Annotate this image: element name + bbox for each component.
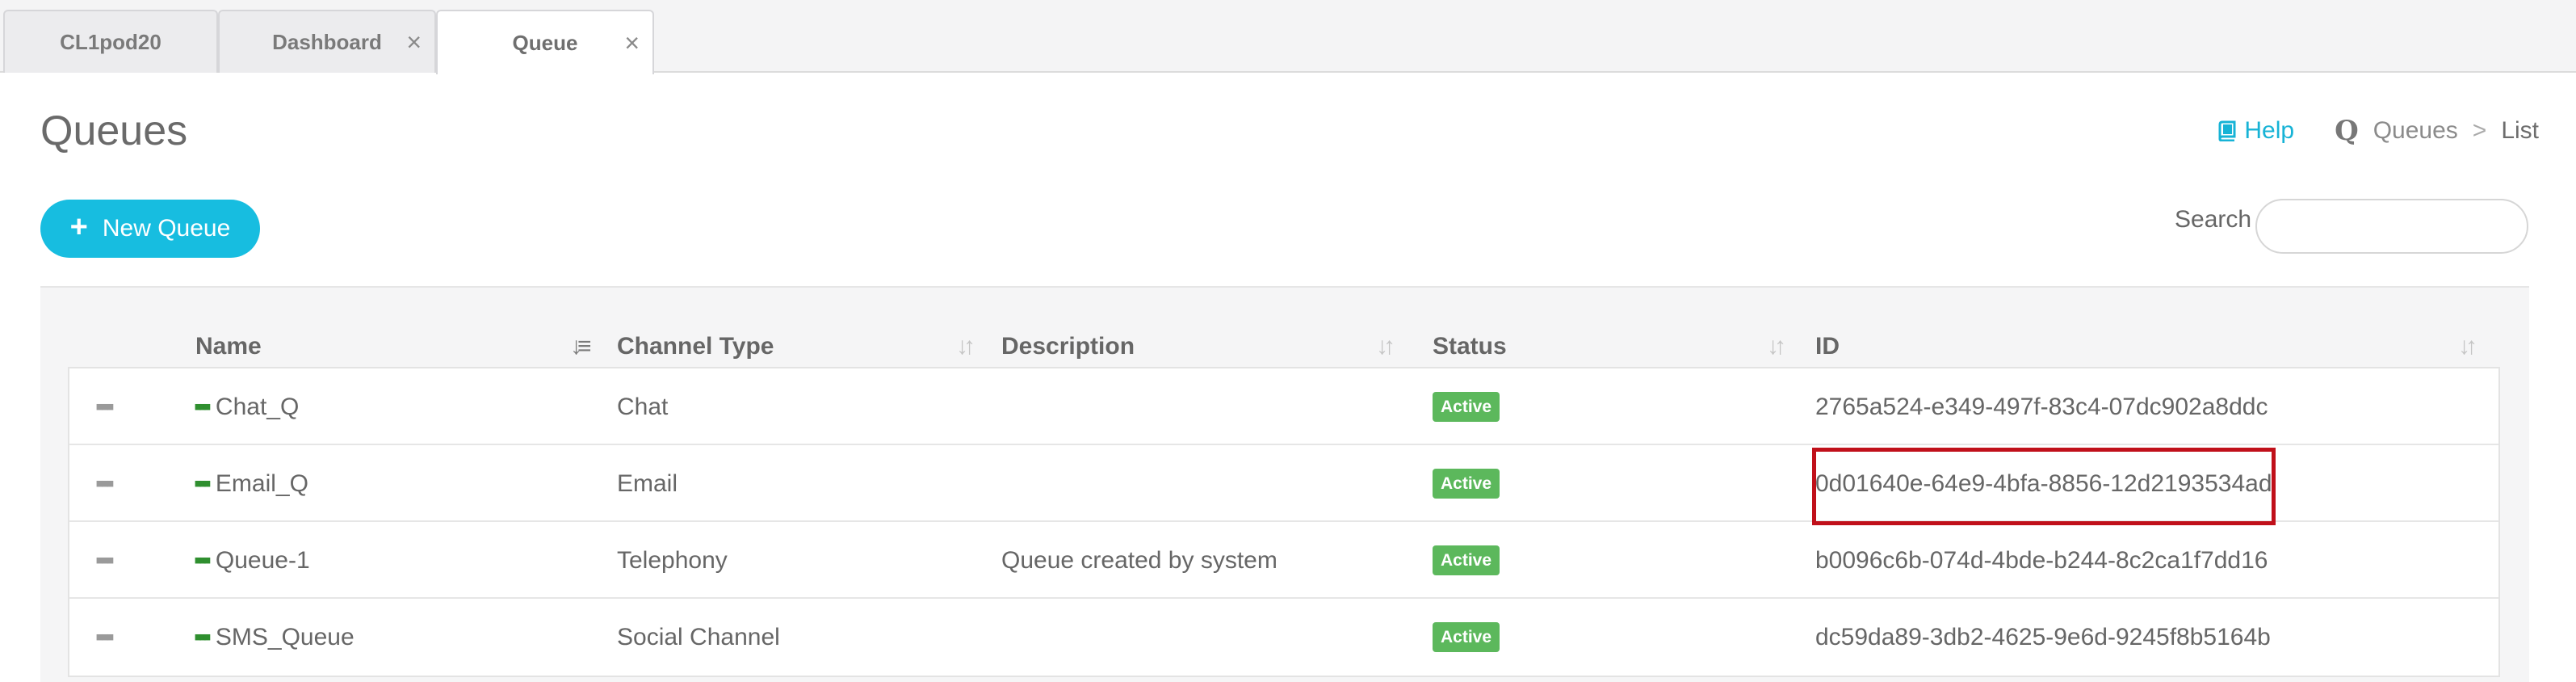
status-cell: Active [1433, 445, 1500, 522]
breadcrumb-list: List [2501, 117, 2539, 144]
search-label: Search [2175, 206, 2252, 233]
table-row[interactable]: ▪▪▪ ▪▪▪ Queue-1 Telephony Queue created … [69, 522, 2498, 599]
help-link[interactable]: Help [2218, 117, 2294, 145]
status-cell: Active [1433, 522, 1500, 599]
tab-label: CL1pod20 [60, 29, 162, 54]
status-cell: Active [1433, 368, 1500, 445]
more-dots-icon[interactable]: ▪▪▪ [95, 368, 115, 445]
queue-name: Queue-1 [215, 546, 310, 574]
queue-name: Chat_Q [215, 393, 300, 420]
queue-name-cell[interactable]: ▪▪▪ Queue-1 [194, 522, 310, 599]
more-dots-icon[interactable]: ▪▪▪ [95, 599, 115, 676]
queue-name-cell[interactable]: ▪▪▪ Chat_Q [194, 368, 299, 445]
sort-icon[interactable]: ↓≡ [570, 333, 591, 360]
queue-name-cell[interactable]: ▪▪▪ SMS_Queue [194, 599, 355, 676]
highlight-box [1812, 448, 2276, 525]
queue-dots-icon: ▪▪▪ [194, 469, 212, 497]
column-label: Description [1001, 333, 1135, 360]
id-cell: b0096c6b-074d-4bde-b244-8c2ca1f7dd16 [1815, 546, 2268, 574]
column-label: Channel Type [617, 333, 774, 360]
description-cell: Queue created by system [1001, 546, 1278, 574]
id-cell: 2765a524-e349-497f-83c4-07dc902a8ddc [1815, 393, 2268, 420]
tab-dashboard[interactable]: Dashboard × [218, 10, 436, 73]
new-queue-button[interactable]: + New Queue [40, 200, 260, 258]
book-icon [2218, 120, 2236, 141]
id-cell: dc59da89-3db2-4625-9e6d-9245f8b5164b [1815, 623, 2271, 650]
queue-dots-icon: ▪▪▪ [194, 623, 212, 650]
column-label: Status [1433, 333, 1507, 360]
more-dots-icon[interactable]: ▪▪▪ [95, 522, 115, 599]
status-badge: Active [1433, 545, 1500, 575]
column-label: ID [1815, 333, 1840, 360]
help-label: Help [2244, 117, 2295, 144]
queue-dots-icon: ▪▪▪ [194, 546, 212, 574]
tab-label: Dashboard [272, 29, 382, 54]
close-icon[interactable]: × [624, 30, 640, 56]
queues-icon: Q [2335, 115, 2359, 147]
tab-bar: CL1pod20 Dashboard × Queue × [0, 0, 2576, 74]
status-badge: Active [1433, 392, 1500, 422]
page-title: Queues [40, 107, 188, 154]
search-input[interactable] [2255, 199, 2528, 254]
breadcrumb: Help Q Queues > List [2218, 115, 2539, 147]
channel-type-cell: Email [617, 469, 678, 497]
queue-name: Email_Q [215, 469, 308, 497]
breadcrumb-separator: > [2472, 117, 2487, 144]
channel-type-cell: Social Channel [617, 623, 780, 650]
status-badge: Active [1433, 469, 1500, 499]
table-row[interactable]: ▪▪▪ ▪▪▪ SMS_Queue Social Channel Active … [69, 599, 2498, 676]
channel-type-cell: Telephony [617, 546, 728, 574]
status-badge: Active [1433, 622, 1500, 652]
column-label: Name [195, 333, 262, 360]
breadcrumb-queues[interactable]: Queues [2373, 117, 2458, 145]
sort-icon[interactable]: ↓↑ [1767, 333, 1786, 360]
queue-name-cell[interactable]: ▪▪▪ Email_Q [194, 445, 308, 522]
close-icon[interactable]: × [406, 29, 422, 55]
sort-icon[interactable]: ↓↑ [956, 333, 975, 360]
table-row[interactable]: ▪▪▪ ▪▪▪ Chat_Q Chat Active 2765a524-e349… [69, 368, 2498, 445]
sort-icon[interactable]: ↓↑ [2458, 333, 2477, 360]
tab-cl1pod20[interactable]: CL1pod20 [3, 10, 218, 73]
plus-icon: + [69, 210, 88, 244]
sort-icon[interactable]: ↓↑ [1376, 333, 1395, 360]
channel-type-cell: Chat [617, 393, 669, 420]
more-dots-icon[interactable]: ▪▪▪ [95, 445, 115, 522]
status-cell: Active [1433, 599, 1500, 676]
queue-name: SMS_Queue [215, 623, 355, 650]
queue-dots-icon: ▪▪▪ [194, 393, 212, 420]
new-queue-label: New Queue [102, 215, 231, 242]
tab-label: Queue [512, 30, 578, 55]
tab-queue[interactable]: Queue × [436, 10, 654, 74]
